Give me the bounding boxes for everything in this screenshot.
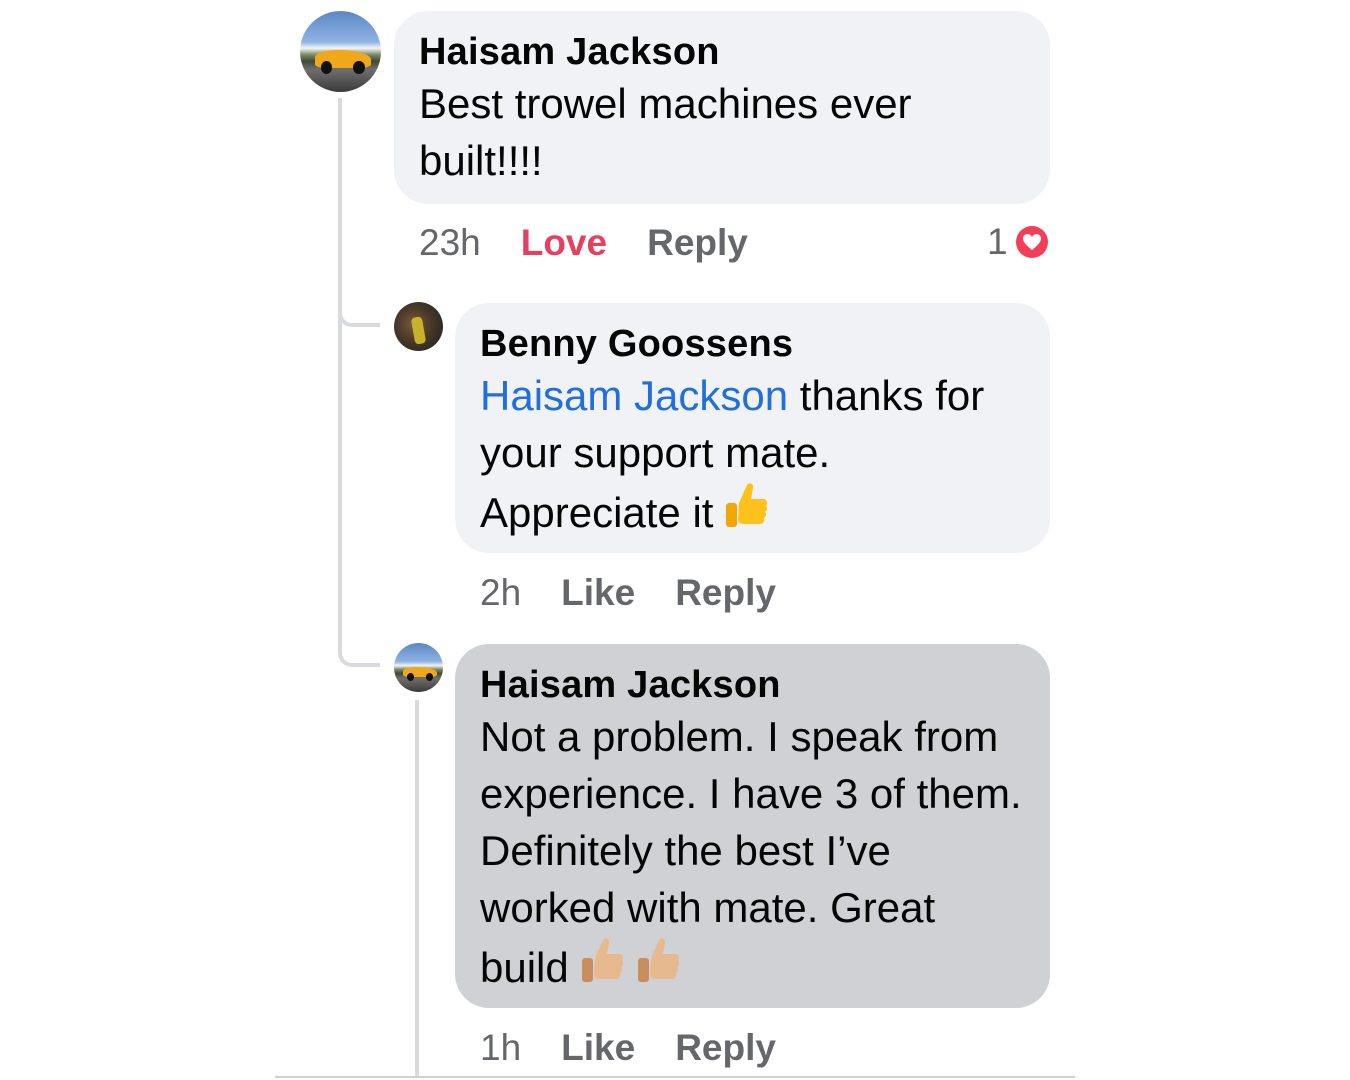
like-button[interactable]: Like xyxy=(561,572,635,614)
avatar[interactable] xyxy=(394,643,443,692)
comment-actions: 2h Like Reply xyxy=(480,572,776,614)
comment-actions: 1h Like Reply xyxy=(480,1027,776,1069)
comment-author[interactable]: Benny Goossens xyxy=(480,321,1024,367)
mention-link[interactable]: Haisam Jackson xyxy=(480,372,788,419)
thumbs-up-icon xyxy=(723,481,769,547)
comment-bubble: Benny Goossens Haisam Jackson thanks for… xyxy=(455,303,1050,553)
avatar[interactable] xyxy=(394,302,443,351)
like-button[interactable]: Like xyxy=(561,1027,635,1069)
comment-text: Best trowel machines ever built!!!! xyxy=(419,80,912,184)
thread-branch-reply-1 xyxy=(338,305,380,327)
comment-bubble: Haisam Jackson Best trowel machines ever… xyxy=(394,11,1050,204)
heart-icon xyxy=(1015,226,1048,258)
divider xyxy=(275,1076,1075,1078)
thumbs-up-icon xyxy=(635,936,681,1002)
comment-text: Haisam Jackson thanks for your support m… xyxy=(480,367,1000,547)
reaction-summary[interactable]: 1 xyxy=(987,221,1048,263)
thread-line-main xyxy=(338,98,342,646)
comment-timestamp[interactable]: 23h xyxy=(419,222,481,264)
comment-text-body: Not a problem. I speak from experience. … xyxy=(480,713,1022,991)
thread-line-sub xyxy=(415,700,419,1076)
thumbs-up-icon xyxy=(579,936,625,1002)
reaction-count: 1 xyxy=(987,221,1008,262)
comment-bubble: Haisam Jackson Not a problem. I speak fr… xyxy=(455,644,1050,1008)
reply-button[interactable]: Reply xyxy=(675,572,776,614)
thread-branch-reply-2 xyxy=(338,645,380,667)
comment-author[interactable]: Haisam Jackson xyxy=(480,662,1024,708)
reply-button[interactable]: Reply xyxy=(675,1027,776,1069)
comment-author[interactable]: Haisam Jackson xyxy=(419,29,1024,75)
comment-actions: 23h Love Reply xyxy=(419,222,748,264)
comment-timestamp[interactable]: 2h xyxy=(480,572,521,614)
avatar[interactable] xyxy=(300,11,381,92)
love-button[interactable]: Love xyxy=(521,222,607,264)
reply-button[interactable]: Reply xyxy=(647,222,748,264)
comment-timestamp[interactable]: 1h xyxy=(480,1027,521,1069)
comment-text: Not a problem. I speak from experience. … xyxy=(480,708,1030,1002)
